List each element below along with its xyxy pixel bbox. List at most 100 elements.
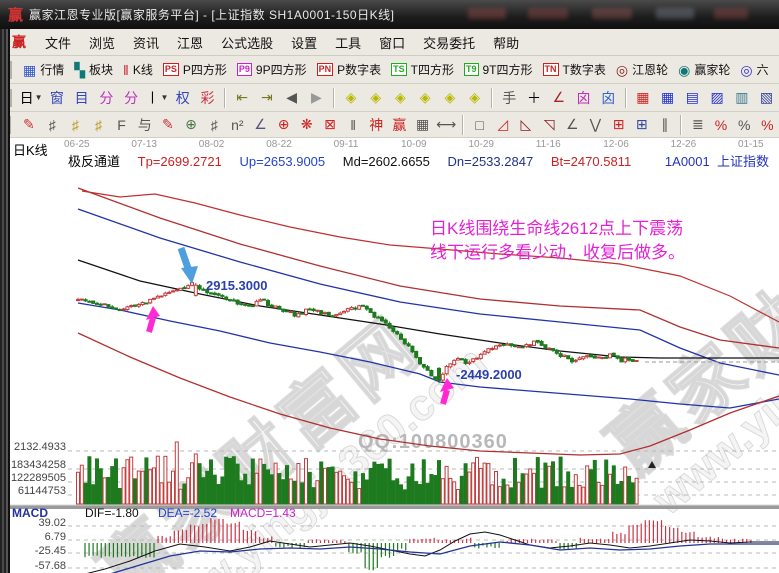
toolbar-button-grid-blue[interactable]: ⊞	[631, 113, 652, 137]
toolbar-button-minute-9[interactable]: 分	[120, 86, 143, 110]
menu-item-8[interactable]: 交易委托	[414, 30, 484, 55]
toolbar-button-window-grid[interactable]: 窗	[46, 86, 69, 110]
toolbar-button-crosshair-tool[interactable]: ＋	[523, 86, 546, 110]
toolbar-button-tick-marks[interactable]: ǁ	[343, 113, 364, 137]
toolbar-button-last-page[interactable]: ⇥	[256, 86, 279, 110]
toolbar-button-ticket-grid[interactable]: ▦	[412, 113, 433, 137]
toolbar-button-diamond-horizontal[interactable]: ◈	[389, 86, 412, 110]
toolbar-button-save[interactable]: ▨	[706, 86, 729, 110]
data-export-icon: ▥	[735, 89, 748, 106]
toolbar-button-percent-line[interactable]: %	[710, 113, 731, 137]
angle-measure-icon: ∠	[552, 89, 565, 106]
toolbar-button-angle-lines[interactable]: ∠	[562, 113, 583, 137]
toolbar-button-diamond-plus[interactable]: ◈	[439, 86, 462, 110]
toolbar-button-gold-grid-1[interactable]: ♯	[65, 113, 86, 137]
toolbar-button-data-export[interactable]: ▥	[730, 86, 753, 110]
toolbar-button-time-wheel[interactable]: ⊕	[180, 113, 201, 137]
toolbar-button-shen-grid[interactable]: 神	[366, 113, 387, 137]
toolbar-button-fan-box[interactable]: ◺	[515, 113, 536, 137]
toolbar-button-p-number-table[interactable]: PNP数字表	[312, 59, 387, 80]
toolbar-button-t-square[interactable]: TST四方形	[386, 59, 459, 80]
menu-item-1[interactable]: 浏览	[80, 30, 124, 55]
menu-item-2[interactable]: 资讯	[124, 30, 168, 55]
menu-item-3[interactable]: 江恩	[168, 30, 212, 55]
toolbar-button-p-square[interactable]: PSP四方形	[158, 59, 232, 80]
toolbar-button-price-ruler[interactable]: ≣	[687, 113, 708, 137]
toolbar-button-grid-red[interactable]: ⊞	[608, 113, 629, 137]
menu-item-6[interactable]: 工具	[326, 30, 370, 55]
toolbar-button-winner-wheel[interactable]: ◉赢家轮	[673, 59, 735, 80]
toolbar-button-percent-tool[interactable]: %	[734, 113, 755, 137]
toolbar-button-diamond-vertical[interactable]: ◈	[414, 86, 437, 110]
toolbar-button-n-square[interactable]: n²	[227, 113, 248, 137]
toolbar-button-spiderweb[interactable]: ❋	[296, 113, 317, 137]
toolbar-button-fan-lines[interactable]: ◿	[492, 113, 513, 137]
toolbar-button-width-measure[interactable]: ⟷	[435, 113, 457, 137]
sectors-icon: ▚	[74, 63, 85, 77]
toolbar-button-candle-type[interactable]: 〡▼	[144, 86, 169, 110]
toolbar-button-9t-square[interactable]: T99T四方形	[459, 59, 538, 80]
toolbar-button-next-page[interactable]: ▶	[305, 86, 328, 110]
toolbar-button-diamond-cross[interactable]: ◈	[463, 86, 486, 110]
winner-wheel-icon: ◉	[678, 63, 690, 77]
toolbar-button-restore-rights[interactable]: 权	[171, 86, 194, 110]
toolbar-button-pen-tool-2[interactable]: ✎	[157, 113, 178, 137]
toolbar-button-info-panel[interactable]: 目	[70, 86, 93, 110]
toolbar-button-remote-pc[interactable]: ▧	[755, 86, 778, 110]
toolbar-button-angle-measure[interactable]: ∠	[547, 86, 570, 110]
toolbar-separator	[462, 115, 464, 135]
toolbar-button-v-lines[interactable]: ⋁	[585, 113, 606, 137]
ticket-grid-icon: ▦	[416, 116, 429, 133]
toolbar-button-9p-square[interactable]: P99P四方形	[232, 59, 312, 80]
toolbar-button-ray-box[interactable]: ◹	[539, 113, 560, 137]
menu-item-7[interactable]: 窗口	[370, 30, 414, 55]
minute-9-icon: 分	[124, 88, 138, 108]
toolbar-button-kline[interactable]: ‖K线	[118, 59, 158, 80]
brain-blue-icon: 囟	[601, 88, 615, 108]
toolbar-button-s-grid[interactable]: 与	[134, 113, 155, 137]
toolbar-button-parallel-lines[interactable]: ∥	[654, 113, 675, 137]
toolbar-button-gann-wheel[interactable]: ◎江恩轮	[611, 59, 673, 80]
toolbar-button-square-spiral[interactable]: ⊠	[319, 113, 340, 137]
toolbar-button-grid-tool[interactable]: ♯	[41, 113, 62, 137]
toolbar-button-quotes[interactable]: ▦行情	[18, 59, 69, 80]
macd-dif-value: DIF=-1.80	[85, 506, 139, 520]
toolbar-button-kline-style[interactable]: 日▼	[19, 86, 44, 110]
toolbar-button-brain-magenta[interactable]: 囟	[572, 86, 595, 110]
t-square-label: T四方形	[411, 61, 454, 78]
toolbar-button-hand-tool[interactable]: 手	[498, 86, 521, 110]
toolbar-button-minute-3[interactable]: 分	[95, 86, 118, 110]
toolbar-button-diamond-right[interactable]: ◈	[364, 86, 387, 110]
toolbar-button-ying-grid[interactable]: 赢	[389, 113, 410, 137]
menu-item-4[interactable]: 公式选股	[212, 30, 282, 55]
toolbar-button-f-grid[interactable]: F	[111, 113, 132, 137]
toolbar-button-t-number-table[interactable]: TNT数字表	[538, 59, 611, 80]
toolbar-button-hexagon-wheel[interactable]: ◎六	[735, 59, 773, 80]
menu-item-5[interactable]: 设置	[282, 30, 326, 55]
toolbar-button-color-chart[interactable]: 彩	[196, 86, 219, 110]
title-bar[interactable]: 赢 赢家江恩专业版[赢家服务平台] - [上证指数 SH1A0001-150日K…	[0, 0, 779, 29]
toolbar-button-sectors[interactable]: ▚板块	[69, 59, 118, 80]
toolbar-button-brain-blue[interactable]: 囟	[597, 86, 620, 110]
menu-item-9[interactable]: 帮助	[484, 30, 528, 55]
toolbar-button-pen-tool[interactable]: ✎	[18, 113, 39, 137]
toolbar-button-first-page[interactable]: ⇤	[231, 86, 254, 110]
toolbar-button-prev-page[interactable]: ◀	[280, 86, 303, 110]
9t-square-label: 9T四方形	[483, 61, 533, 78]
toolbar-button-target-tool[interactable]: ⊕	[273, 113, 294, 137]
toolbar-button-diamond-left[interactable]: ◈	[340, 86, 363, 110]
toolbar-button-box-tool[interactable]: □	[469, 113, 490, 137]
menu-item-0[interactable]: 文件	[36, 30, 80, 55]
toolbar-separator	[625, 88, 627, 108]
toolbar-button-calculator[interactable]: ▦	[656, 86, 679, 110]
toolbar-button-grid-tool-2[interactable]: ♯	[204, 113, 225, 137]
macd-label[interactable]: MACD	[12, 506, 48, 520]
toolbar-button-calendar[interactable]: ▦	[632, 86, 655, 110]
toolbar-separator	[224, 88, 226, 108]
toolbar-button-gold-grid-2[interactable]: ♯	[88, 113, 109, 137]
toolbar-button-percent-grid[interactable]: %	[757, 113, 778, 137]
toolbar-button-angle-ruler[interactable]: ∠	[250, 113, 271, 137]
window-left-edge	[0, 29, 10, 573]
pen-tool-2-icon: ✎	[162, 116, 174, 133]
toolbar-button-notepad[interactable]: ▤	[681, 86, 704, 110]
